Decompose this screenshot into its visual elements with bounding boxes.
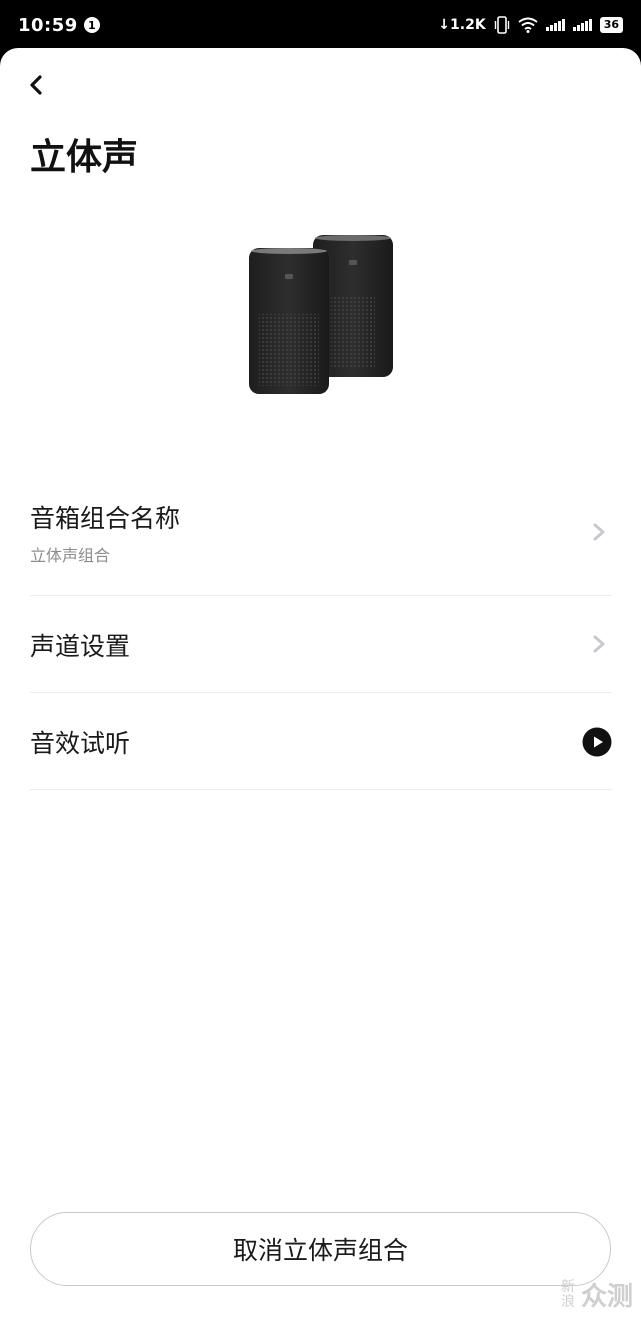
chevron-right-icon <box>593 635 605 653</box>
status-bar: 10:59 1 ↓1.2K 36 <box>0 0 641 50</box>
chevron-right-icon <box>593 523 605 541</box>
sound-preview-row[interactable]: 音效试听 <box>30 693 612 790</box>
play-icon[interactable] <box>582 727 612 757</box>
row-title: 音效试听 <box>30 729 131 758</box>
back-button[interactable] <box>22 70 52 100</box>
status-left: 10:59 1 <box>18 15 100 36</box>
signal-icon <box>572 19 592 31</box>
page-title: 立体声 <box>30 137 139 178</box>
speaker-pair-image <box>249 235 393 394</box>
battery-icon: 36 <box>599 17 623 33</box>
row-title: 声道设置 <box>30 632 131 661</box>
main-sheet: 立体声 音箱组合名称 立体声组合 声道设置 音效试听 取消立体声组合 新浪 众测 <box>0 48 641 1331</box>
cancel-stereo-group-button[interactable]: 取消立体声组合 <box>30 1212 611 1286</box>
channel-settings-row[interactable]: 声道设置 <box>30 596 612 693</box>
watermark: 新浪 众测 <box>561 1276 633 1313</box>
speaker-group-name-row[interactable]: 音箱组合名称 立体声组合 <box>30 488 612 596</box>
status-time: 10:59 <box>18 14 78 36</box>
row-title: 音箱组合名称 <box>30 504 181 533</box>
status-right: ↓1.2K 36 <box>438 16 623 34</box>
signal-icon <box>545 19 565 31</box>
wifi-icon <box>518 17 538 33</box>
watermark-big: 众测 <box>580 1282 633 1312</box>
notification-badge: 1 <box>83 17 100 33</box>
net-speed: ↓1.2K <box>438 17 486 33</box>
row-subtitle: 立体声组合 <box>30 546 111 565</box>
watermark-small: 新浪 <box>560 1278 575 1310</box>
vibrate-icon <box>494 16 509 34</box>
